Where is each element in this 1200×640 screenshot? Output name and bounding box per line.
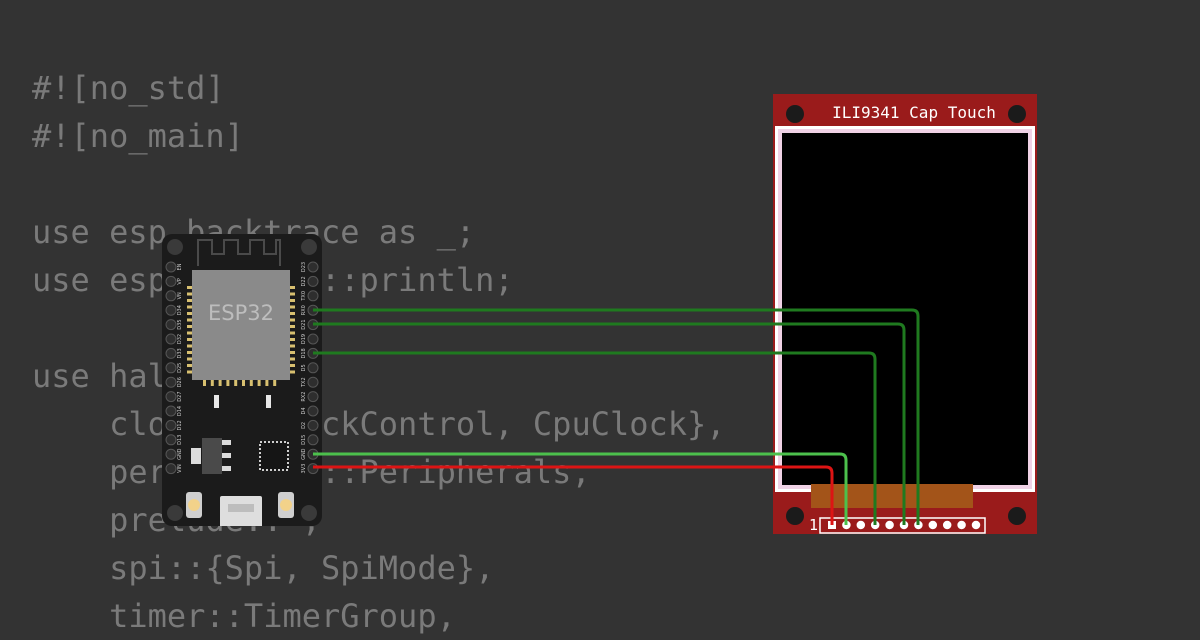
wiring-overlay: [313, 308, 920, 525]
wire-green[interactable]: [313, 351, 877, 525]
wire-green[interactable]: [313, 308, 920, 525]
wire-green-light[interactable]: [313, 452, 848, 525]
wire-red[interactable]: [313, 465, 834, 525]
